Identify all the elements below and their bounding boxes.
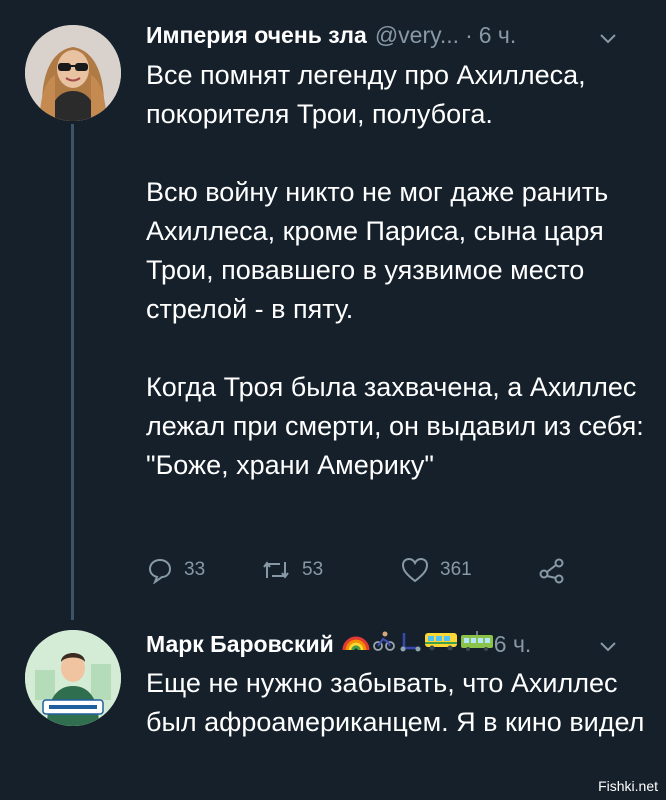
- scooter-icon: [398, 630, 422, 658]
- watermark: Fishki.net: [598, 778, 658, 794]
- chevron-down-icon[interactable]: [596, 26, 620, 50]
- tweet-paragraph: Когда Троя была захвачена, а Ахиллес леж…: [146, 372, 644, 480]
- reply-button[interactable]: 33: [146, 556, 205, 584]
- separator-dot: ·: [465, 22, 473, 48]
- avatar[interactable]: [25, 25, 121, 121]
- cyclist-icon: [372, 630, 396, 658]
- author-name[interactable]: Марк Баровский: [146, 631, 334, 658]
- retweet-icon: [260, 556, 292, 584]
- tram-icon: [460, 630, 494, 658]
- name-emoji-row: [342, 630, 494, 658]
- avatar[interactable]: [25, 630, 121, 726]
- like-count: 361: [440, 559, 472, 580]
- thread-connector-line: [71, 124, 74, 620]
- tweet-time[interactable]: 6 ч.: [479, 22, 517, 49]
- share-icon: [538, 556, 566, 584]
- reply-icon: [146, 556, 174, 584]
- tweet-text: Все помнят легенду про Ахиллеса, покорит…: [146, 56, 651, 485]
- tweet-paragraph: Еще не нужно забывать, что Ахиллес был а…: [146, 668, 645, 737]
- rainbow-icon: [342, 630, 370, 658]
- user-portrait-icon: [25, 25, 121, 121]
- tweet-header: Империя очень зла @very... · 6 ч.: [146, 22, 516, 49]
- retweet-count: 53: [302, 559, 324, 580]
- author-name[interactable]: Империя очень зла: [146, 22, 367, 49]
- tweet-actions: 33 53 361: [146, 556, 586, 586]
- tweet-paragraph: Всю войну никто не мог даже ранить Ахилл…: [146, 177, 609, 324]
- like-button[interactable]: 361: [400, 556, 472, 584]
- chevron-down-icon[interactable]: [596, 634, 620, 658]
- tweet-paragraph: Все помнят легенду про Ахиллеса, покорит…: [146, 60, 586, 129]
- user-portrait-icon: [25, 630, 121, 726]
- author-handle[interactable]: @very...: [375, 22, 459, 49]
- retweet-button[interactable]: 53: [260, 556, 323, 584]
- share-button[interactable]: [538, 556, 566, 584]
- heart-icon: [400, 556, 430, 584]
- tweet-header: Марк Баровский 6 ч.: [146, 630, 531, 658]
- tweet-time[interactable]: 6 ч.: [494, 631, 532, 658]
- reply-count: 33: [184, 559, 206, 580]
- bus-icon: [424, 630, 458, 658]
- tweet-text: Еще не нужно забывать, что Ахиллес был а…: [146, 664, 651, 742]
